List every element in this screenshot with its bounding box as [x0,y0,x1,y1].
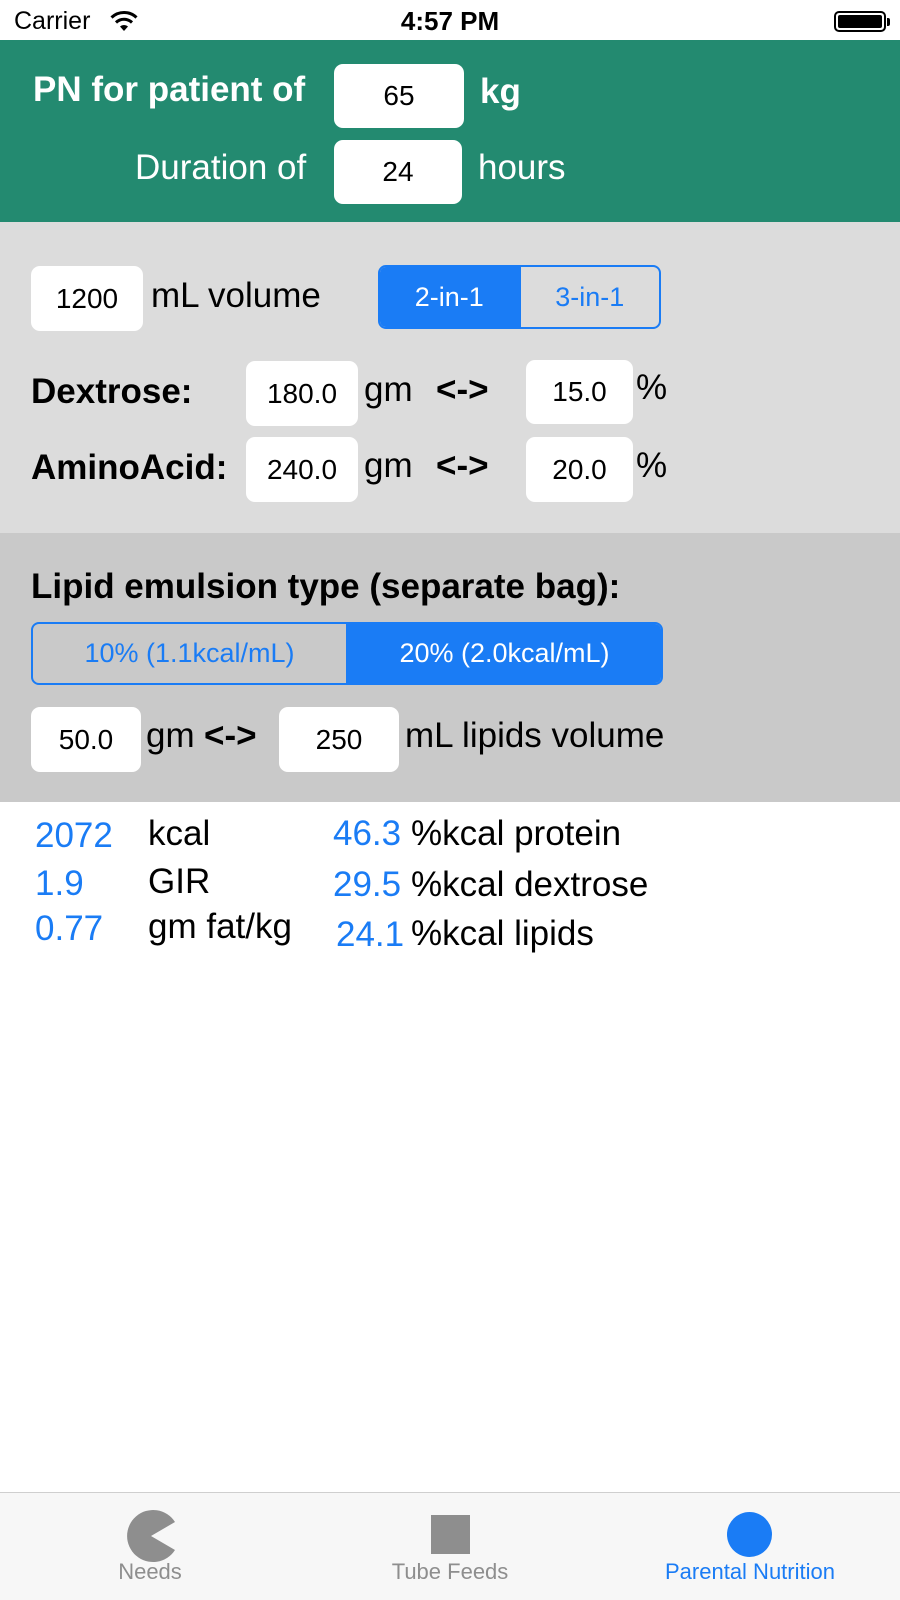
fat-per-kg-value: 0.77 [35,909,104,948]
dextrose-gm-input[interactable]: 180.0 [246,361,358,426]
duration-label: Duration of [135,148,307,187]
tab-needs-label: Needs [118,1559,182,1584]
amino-acid-gm-input[interactable]: 240.0 [246,437,358,502]
gir-label: GIR [148,862,211,901]
tab-needs[interactable]: Needs [80,1493,220,1600]
lipids-percent-label: %kcal lipids [411,914,594,953]
tab-tube-feeds[interactable]: Tube Feeds [370,1493,530,1600]
lipid-volume-input[interactable]: 250 [279,707,399,772]
lipid-type-segmented-control: 10% (1.1kcal/mL) 20% (2.0kcal/mL) [31,622,663,685]
protein-percent-value: 46.3 [333,814,402,853]
kcal-label: kcal [148,814,211,853]
volume-input[interactable]: 1200 [31,266,143,331]
dextrose-gm-unit: gm [364,370,413,409]
tab-parental-nutrition[interactable]: Parental Nutrition [640,1493,860,1600]
dextrose-label: Dextrose: [31,372,193,411]
battery-icon [834,11,890,32]
dextrose-percent-input[interactable]: 15.0 [526,360,633,424]
dextrose-convert-arrow: <-> [436,370,489,409]
circle-icon [727,1512,772,1557]
protein-percent-label: %kcal protein [411,814,622,853]
amino-acid-percent-unit: % [636,446,668,485]
volume-label: mL volume [151,276,321,315]
amino-acid-convert-arrow: <-> [436,446,489,485]
amino-acid-gm-unit: gm [364,446,413,485]
duration-input[interactable]: 24 [334,140,462,204]
dextrose-percent-unit: % [636,368,668,407]
results-panel: 2072 kcal 1.9 GIR 0.77 gm fat/kg 46.3 %k… [0,802,900,1492]
segment-3-in-1[interactable]: 3-in-1 [518,267,660,327]
segment-lipid-10[interactable]: 10% (1.1kcal/mL) [33,624,346,683]
segment-2-in-1[interactable]: 2-in-1 [380,267,519,327]
mix-type-segmented-control: 2-in-1 3-in-1 [378,265,661,329]
kcal-value: 2072 [35,816,113,855]
dextrose-percent-label: %kcal dextrose [411,865,649,904]
lipids-percent-value: 24.1 [336,915,405,954]
lipid-volume-label: mL lipids volume [405,716,665,755]
pacman-icon [127,1510,175,1562]
clock: 4:57 PM [400,6,500,36]
gir-value: 1.9 [35,864,84,903]
duration-unit-label: hours [478,148,566,187]
amino-acid-percent-input[interactable]: 20.0 [526,437,633,502]
weight-input[interactable]: 65 [334,64,464,128]
lipid-type-title: Lipid emulsion type (separate bag): [31,567,621,606]
segment-lipid-20[interactable]: 20% (2.0kcal/mL) [346,624,661,683]
tab-tube-feeds-label: Tube Feeds [391,1559,509,1584]
status-bar: Carrier 4:57 PM [0,0,900,40]
lipid-gm-input[interactable]: 50.0 [31,707,141,772]
tab-bar: Needs Tube Feeds Parental Nutrition [0,1492,900,1600]
dextrose-percent-value: 29.5 [333,865,402,904]
solution-section: 1200 mL volume 2-in-1 3-in-1 Dextrose: 1… [0,222,900,533]
fat-per-kg-label: gm fat/kg [148,907,292,946]
square-icon [431,1515,470,1554]
lipid-convert-arrow: <-> [204,716,257,755]
tab-parental-nutrition-label: Parental Nutrition [665,1559,835,1584]
lipid-section: Lipid emulsion type (separate bag): 10% … [0,533,900,802]
lipid-gm-unit: gm [146,716,195,755]
amino-acid-label: AminoAcid: [31,448,228,487]
patient-weight-label: PN for patient of [33,70,306,109]
weight-unit-label: kg [480,72,521,111]
patient-header: PN for patient of 65 kg Duration of 24 h… [0,40,900,222]
